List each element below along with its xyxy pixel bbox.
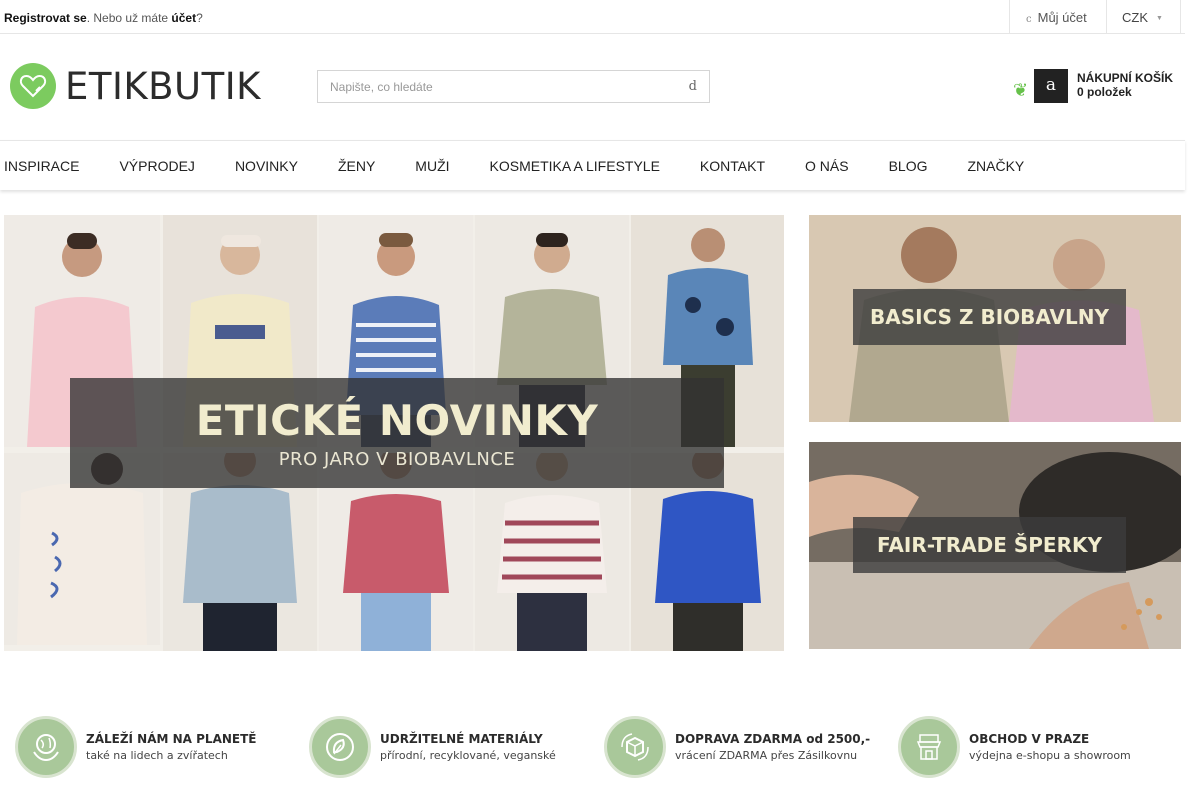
globe-hands-icon — [15, 716, 77, 778]
nav-item-kosmetika[interactable]: KOSMETIKA A LIFESTYLE — [470, 158, 680, 174]
basics-banner-label: BASICS Z BIOBAVLNY — [853, 289, 1126, 345]
nav-item-vyprodej[interactable]: VÝPRODEJ — [99, 158, 214, 174]
nav-item-zeny[interactable]: ŽENY — [318, 158, 395, 174]
currency-selector[interactable]: CZK ▼ — [1106, 0, 1181, 34]
login-link[interactable]: účet — [171, 11, 196, 25]
feature-materials: UDRŽITELNÉ MATERIÁLY přírodní, recyklova… — [309, 716, 599, 778]
search-input[interactable] — [318, 71, 658, 102]
feature-planet: ZÁLEŽÍ NÁM NA PLANETĚ také na lidech a z… — [15, 716, 305, 778]
currency-value: CZK — [1122, 10, 1148, 25]
heart-logo-icon — [10, 63, 56, 109]
user-icon: c — [1026, 14, 1032, 25]
nav-item-znacky[interactable]: ZNAČKY — [947, 158, 1044, 174]
feature-subtitle: výdejna e-shopu a showroom — [969, 749, 1131, 762]
nav-item-blog[interactable]: BLOG — [869, 158, 948, 174]
my-account-link[interactable]: c Můj účet — [1009, 0, 1107, 34]
feature-subtitle: přírodní, recyklované, veganské — [380, 749, 556, 762]
leaf-icon — [309, 716, 371, 778]
shop-icon — [898, 716, 960, 778]
logo-wordmark: ETIKBUTIK — [65, 64, 261, 108]
nav-item-muzi[interactable]: MUŽI — [395, 158, 469, 174]
feature-subtitle: vrácení ZDARMA přes Zásilkovnu — [675, 749, 858, 762]
my-account-label: Můj účet — [1037, 10, 1087, 25]
main-banner-subtitle: PRO JARO V BIOBAVLNCE — [278, 449, 516, 470]
search-box: d — [317, 70, 710, 103]
main-banner[interactable]: ETICKÉ NOVINKY PRO JARO V BIOBAVLNCE — [4, 215, 784, 651]
feature-shop-prague: OBCHOD V PRAZE výdejna e-shopu a showroo… — [898, 716, 1188, 778]
main-banner-caption: ETICKÉ NOVINKY PRO JARO V BIOBAVLNCE — [70, 378, 724, 488]
register-prompt: Registrovat se. Nebo už máte účet? — [4, 11, 203, 25]
leaf-icon: ❦ — [1013, 80, 1029, 100]
package-icon — [604, 716, 666, 778]
register-end-text: ? — [196, 11, 203, 25]
feature-subtitle: také na lidech a zvířatech — [86, 749, 228, 762]
cart-item-count: 0 položek — [1077, 85, 1132, 99]
register-middle-text: . Nebo už máte — [86, 11, 172, 25]
cart-title: NÁKUPNÍ KOŠÍK — [1077, 71, 1174, 85]
nav-item-kontakt[interactable]: KONTAKT — [680, 158, 785, 174]
feature-title: UDRŽITELNÉ MATERIÁLY — [380, 732, 543, 746]
feature-title: OBCHOD V PRAZE — [969, 732, 1090, 746]
basics-banner[interactable]: BASICS Z BIOBAVLNY — [809, 215, 1181, 422]
nav-item-inspirace[interactable]: INSPIRACE — [0, 158, 99, 174]
register-link[interactable]: Registrovat se — [4, 11, 87, 25]
site-logo[interactable]: ETIKBUTIK — [10, 62, 290, 110]
feature-title: DOPRAVA ZDARMA od 2500,- — [675, 732, 871, 746]
feature-title: ZÁLEŽÍ NÁM NA PLANETĚ — [86, 732, 257, 746]
top-bar: Registrovat se. Nebo už máte účet? c Můj … — [0, 0, 1185, 34]
chevron-down-icon: ▼ — [1156, 15, 1163, 22]
shopping-cart[interactable]: ❦ a NÁKUPNÍ KOŠÍK 0 položek — [1010, 69, 1185, 105]
jewelry-banner-label: FAIR-TRADE ŠPERKY — [853, 517, 1126, 573]
jewelry-banner[interactable]: FAIR-TRADE ŠPERKY — [809, 442, 1181, 649]
cart-icon[interactable]: a — [1034, 69, 1068, 103]
nav-item-novinky[interactable]: NOVINKY — [215, 158, 318, 174]
nav-item-o-nas[interactable]: O NÁS — [785, 158, 869, 174]
main-navigation: INSPIRACE VÝPRODEJ NOVINKY ŽENY MUŽI KOS… — [0, 140, 1185, 190]
main-banner-title: ETICKÉ NOVINKY — [195, 396, 599, 445]
feature-shipping: DOPRAVA ZDARMA od 2500,- vrácení ZDARMA … — [604, 716, 894, 778]
search-icon[interactable]: d — [689, 79, 697, 94]
